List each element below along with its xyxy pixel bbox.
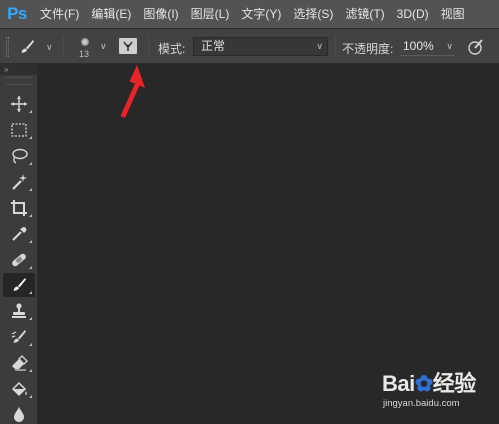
menu-edit[interactable]: 编辑(E) (85, 0, 137, 28)
divider (335, 36, 336, 58)
submenu-indicator (29, 240, 32, 243)
options-bar-grip[interactable] (6, 37, 9, 57)
menu-select[interactable]: 选择(S) (287, 0, 339, 28)
brush-preview-icon[interactable] (77, 35, 93, 49)
submenu-indicator (29, 266, 32, 269)
mode-label: 模式: (158, 42, 186, 56)
rect-marquee-icon (11, 123, 27, 137)
eyedropper-tool[interactable] (3, 222, 35, 246)
baidu-jingyan-watermark: Bai✿经验 jingyan.baidu.com (378, 366, 496, 414)
submenu-indicator (29, 188, 32, 191)
paw-icon: ✿ (414, 371, 433, 396)
options-bar: ∨ 13 ∨ 模式: 正常 ∨ 不透明度: 100% ∨ (0, 28, 499, 64)
opacity-field[interactable]: 100% ∨ (400, 38, 455, 56)
menu-layer[interactable]: 图层(L) (185, 0, 236, 28)
divider (63, 36, 64, 58)
brush-icon (21, 40, 34, 53)
annotation-arrow (120, 65, 145, 118)
magic-wand-icon (12, 174, 27, 190)
menu-image[interactable]: 图像(I) (137, 0, 184, 28)
stamp-icon (12, 303, 26, 318)
chevron-down-icon: ∨ (446, 41, 453, 51)
tools-panel-grip[interactable] (6, 77, 31, 85)
drop-icon (14, 407, 24, 422)
divider (148, 36, 149, 58)
paint-bucket-tool[interactable] (3, 377, 35, 401)
chevron-down-icon: ∨ (316, 41, 323, 51)
tool-preset-picker[interactable]: ∨ (18, 36, 58, 58)
history-brush-tool[interactable] (3, 325, 35, 349)
menu-type[interactable]: 文字(Y) (235, 0, 287, 28)
menu-view[interactable]: 视图 (435, 0, 471, 28)
lasso-icon (12, 148, 28, 164)
bandage-icon (12, 253, 26, 267)
opacity-value: 100% (403, 39, 434, 53)
eyedropper-icon (12, 227, 27, 241)
menu-filter[interactable]: 滤镜(T) (339, 0, 390, 28)
move-tool[interactable] (3, 92, 35, 116)
tools-panel: » (0, 64, 38, 424)
brush-panel-icon (123, 41, 133, 51)
submenu-indicator (29, 162, 32, 165)
submenu-indicator (29, 291, 32, 294)
submenu-indicator (29, 395, 32, 398)
watermark-logo-jingyan: 经验 (432, 371, 477, 396)
mode-select[interactable]: 正常 ∨ (193, 37, 328, 56)
menu-bar: Ps 文件(F) 编辑(E) 图像(I) 图层(L) 文字(Y) 选择(S) 滤… (0, 0, 499, 28)
marquee-tool[interactable] (3, 118, 35, 142)
history-brush-icon (11, 330, 26, 343)
submenu-indicator (29, 136, 32, 139)
clone-stamp-tool[interactable] (3, 299, 35, 323)
pressure-icon (468, 39, 483, 55)
blur-tool[interactable] (3, 402, 35, 424)
move-icon (11, 96, 27, 112)
brush-tool[interactable] (3, 273, 35, 297)
submenu-indicator (29, 110, 32, 113)
watermark-logo: Bai✿经验 (382, 366, 476, 398)
magic-wand-tool[interactable] (3, 170, 35, 194)
healing-brush-tool[interactable] (3, 248, 35, 272)
lasso-tool[interactable] (3, 144, 35, 168)
submenu-indicator (29, 214, 32, 217)
mode-select-value: 正常 (201, 39, 226, 53)
menu-file[interactable]: 文件(F) (34, 0, 85, 28)
paint-bucket-icon (11, 381, 27, 397)
annotation-arrow-shape (120, 65, 145, 118)
brush-size-value: 13 (79, 49, 90, 59)
ps-logo-text: Ps (7, 4, 27, 23)
opacity-label: 不透明度: (342, 42, 394, 56)
eraser-icon (12, 355, 28, 371)
toggle-brush-panel-button[interactable] (119, 38, 137, 54)
app-logo: Ps (0, 0, 34, 28)
watermark-url: jingyan.baidu.com (383, 398, 460, 409)
chevron-down-icon: ∨ (46, 41, 53, 52)
collapse-panel-button[interactable]: » (0, 64, 37, 75)
crop-icon (11, 200, 27, 216)
pressure-opacity-button[interactable] (465, 37, 487, 57)
brush-size-chevron-down-icon[interactable]: ∨ (100, 41, 107, 52)
crop-tool[interactable] (3, 196, 35, 220)
brush-icon (13, 278, 26, 291)
eraser-tool[interactable] (3, 351, 35, 375)
watermark-logo-bai: Bai (382, 371, 415, 396)
submenu-indicator (29, 317, 32, 320)
submenu-indicator (29, 369, 32, 372)
submenu-indicator (29, 343, 32, 346)
menu-3d[interactable]: 3D(D) (391, 0, 435, 28)
